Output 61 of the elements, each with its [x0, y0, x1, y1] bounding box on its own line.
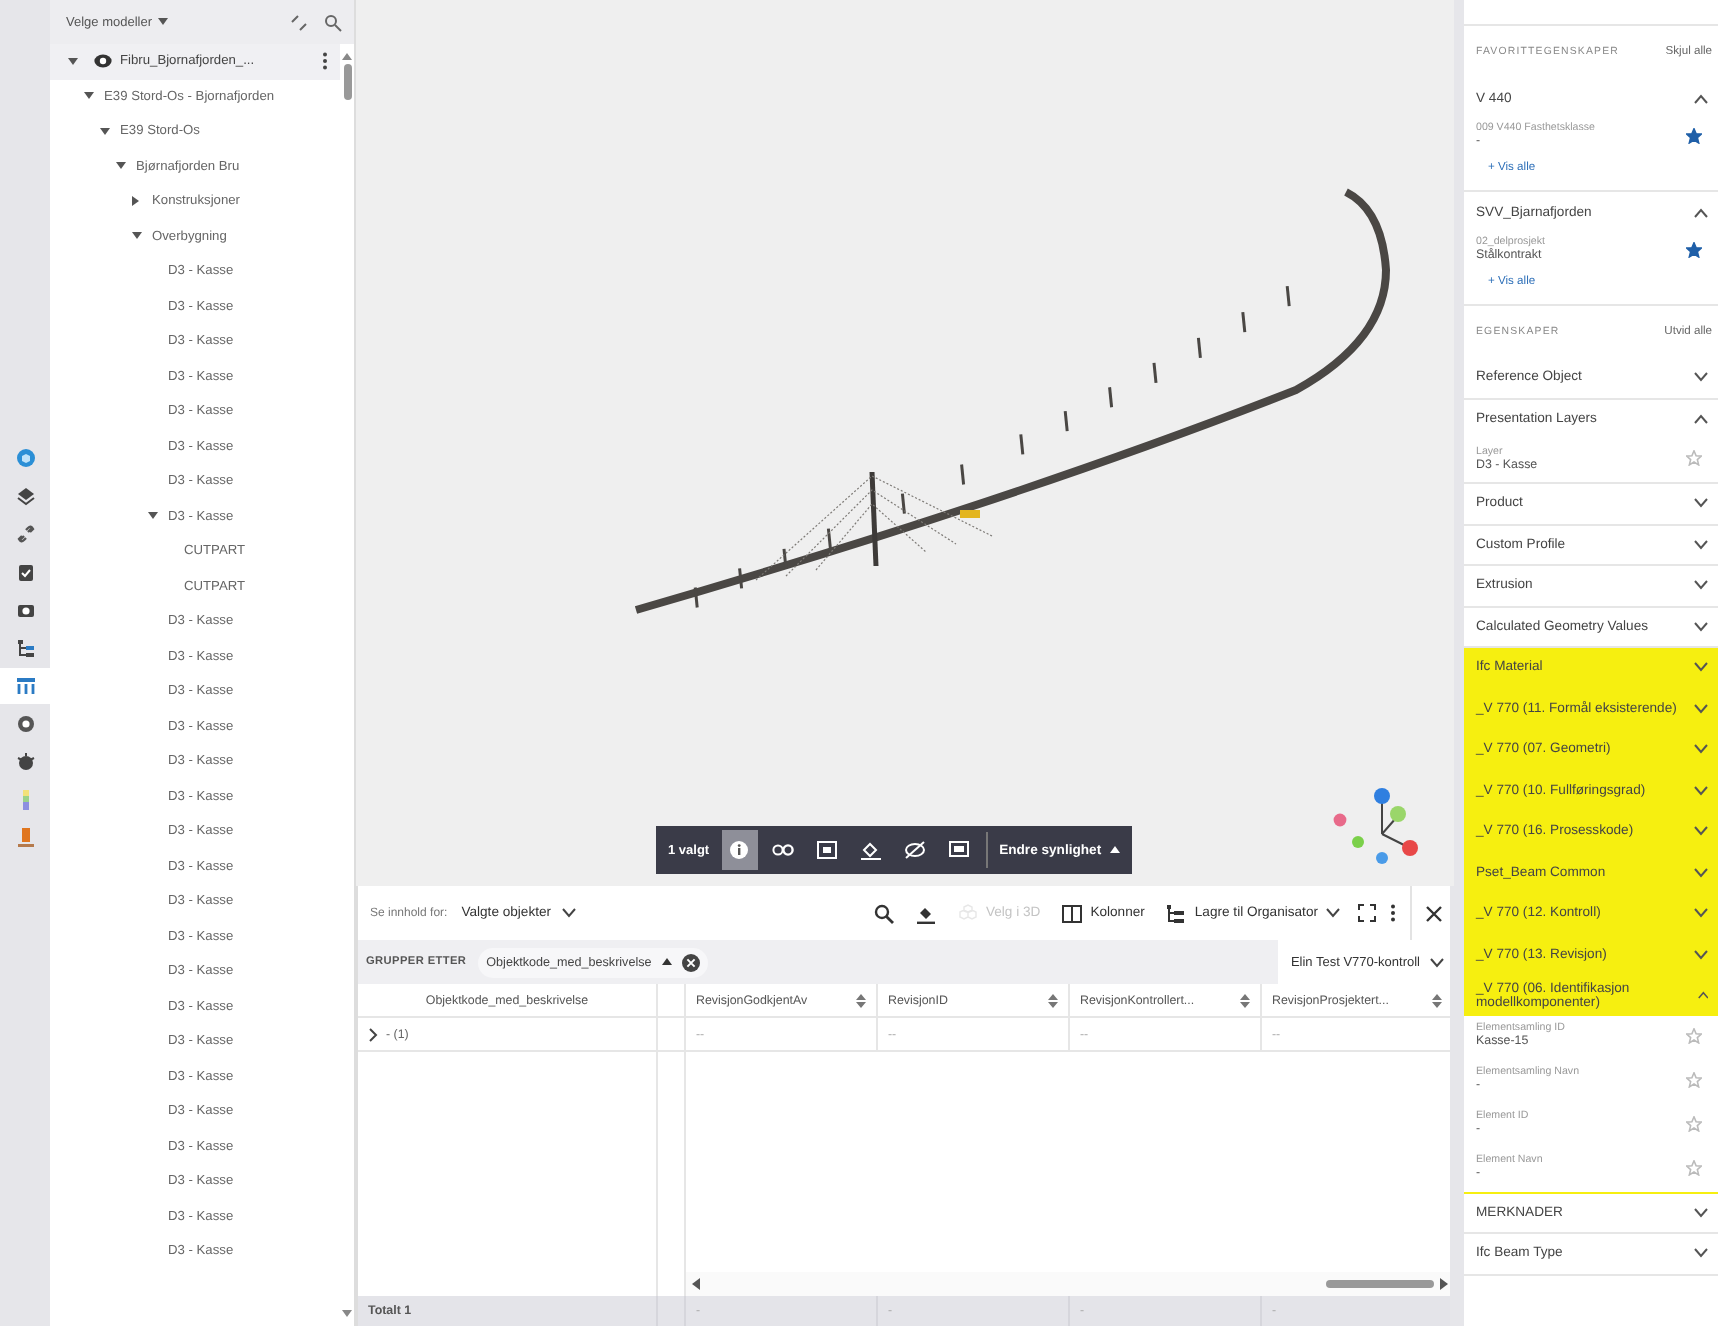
camera-icon: [15, 600, 35, 620]
star-icon[interactable]: [1686, 1159, 1702, 1175]
chevron-icon: [561, 908, 576, 918]
sort-icon: [1432, 993, 1442, 1007]
star-icon[interactable]: [1686, 241, 1702, 257]
tree-icon: [15, 638, 35, 658]
eye-off-icon: [904, 840, 927, 860]
toolbar-button[interactable]: [721, 830, 758, 870]
columns-icon: [1062, 903, 1083, 923]
caret-icon[interactable]: [100, 127, 110, 136]
close-icon[interactable]: [1426, 905, 1442, 921]
chevron-icon: [1326, 908, 1340, 918]
table-icon: [15, 676, 35, 696]
more-icon[interactable]: [1390, 904, 1396, 922]
sort-icon: [856, 993, 866, 1007]
horizontal-scrollbar[interactable]: [686, 1272, 1454, 1296]
scroll-left-icon[interactable]: [692, 1278, 700, 1290]
swatch-icon: [15, 828, 35, 848]
sort-icon: [1048, 993, 1058, 1007]
star-icon[interactable]: [1686, 450, 1702, 466]
scroll-up-icon[interactable]: [342, 52, 352, 60]
search-icon[interactable]: [324, 13, 342, 31]
scroll-down-icon[interactable]: [342, 1310, 352, 1318]
fit-icon: [816, 840, 839, 860]
caret-icon: [661, 958, 672, 966]
glasses-icon: [772, 840, 795, 860]
info-icon: [728, 840, 751, 860]
bug-icon: [15, 752, 35, 772]
fullscreen-icon[interactable]: [1358, 904, 1376, 922]
more-icon[interactable]: [322, 52, 328, 71]
chevron-icon: [1430, 957, 1444, 967]
paint-button[interactable]: [911, 903, 940, 923]
star-icon[interactable]: [1686, 1115, 1702, 1131]
paint-icon: [860, 840, 883, 860]
search-icon: [873, 903, 894, 923]
caret-icon[interactable]: [148, 512, 158, 521]
link-icon: [15, 524, 35, 544]
hierarchy-icon: [1166, 903, 1187, 923]
star-icon[interactable]: [1686, 1027, 1702, 1043]
clipboard-icon: [15, 562, 35, 582]
layers-icon: [15, 486, 35, 506]
eye-icon[interactable]: [94, 54, 112, 69]
paint-bucket-icon: [915, 903, 936, 923]
caret-icon[interactable]: [132, 232, 142, 241]
sort-icon: [1240, 993, 1250, 1007]
search-button[interactable]: [869, 903, 898, 923]
caret-icon[interactable]: [116, 162, 126, 171]
star-icon[interactable]: [1686, 1071, 1702, 1087]
caret-icon[interactable]: [84, 92, 94, 101]
caret-icon[interactable]: [68, 57, 78, 66]
chevron-right-icon[interactable]: [368, 1027, 378, 1041]
sidebar-tool-button[interactable]: [0, 668, 50, 704]
caret-icon: [158, 18, 168, 26]
caret-icon[interactable]: [132, 196, 140, 207]
collapse-icon[interactable]: [290, 13, 308, 31]
star-icon[interactable]: [1686, 127, 1702, 143]
remove-icon[interactable]: [681, 953, 700, 971]
caret-icon: [1109, 846, 1120, 854]
cubes-icon: [957, 903, 978, 923]
cube-icon: [15, 448, 35, 468]
screen-icon: [948, 840, 971, 860]
